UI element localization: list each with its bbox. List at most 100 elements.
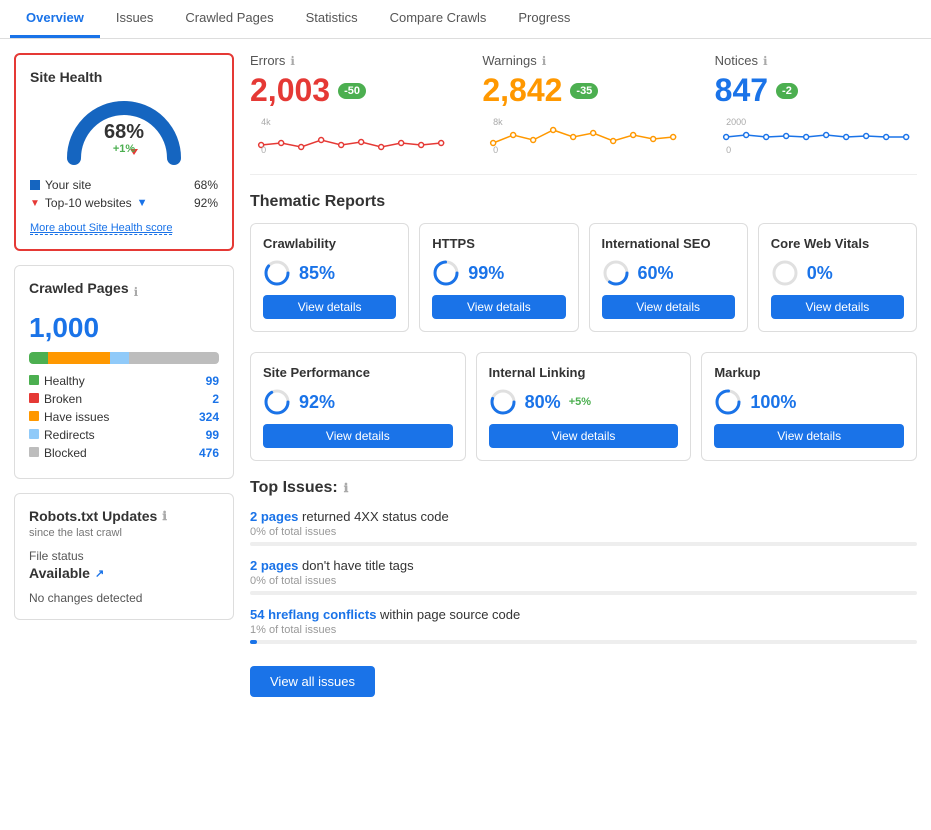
site-health-title: Site Health bbox=[30, 69, 218, 85]
https-percent: 99% bbox=[468, 263, 504, 284]
report-crawlability-percent-row: 85% bbox=[263, 259, 396, 287]
robots-title: Robots.txt Updates bbox=[29, 508, 157, 524]
crawlability-percent: 85% bbox=[299, 263, 335, 284]
robots-info-icon[interactable]: ℹ bbox=[162, 509, 167, 523]
issue-item-1: 2 pages returned 4XX status code 0% of t… bbox=[250, 509, 917, 546]
top-issues-title: Top Issues: ℹ bbox=[250, 479, 917, 497]
tab-compare-crawls[interactable]: Compare Crawls bbox=[374, 0, 503, 38]
robots-no-changes: No changes detected bbox=[29, 591, 219, 605]
cwv-view-details-btn[interactable]: View details bbox=[771, 295, 904, 319]
tab-progress[interactable]: Progress bbox=[502, 0, 586, 38]
pb-redirects bbox=[110, 352, 129, 364]
report-int-link-percent-row: 80% +5% bbox=[489, 388, 679, 416]
crawled-pages-card: Crawled Pages ℹ 1,000 Healthy 99 Broken … bbox=[14, 265, 234, 479]
issue-3-sub: 1% of total issues bbox=[250, 624, 917, 636]
legend-blocked: Blocked 476 bbox=[29, 446, 219, 460]
warnings-chart: 8k 0 bbox=[482, 115, 684, 155]
report-site-performance: Site Performance 92% View details bbox=[250, 352, 466, 461]
report-markup: Markup 100% View details bbox=[701, 352, 917, 461]
errors-item: Errors ℹ 2,003 -50 bbox=[250, 53, 452, 158]
int-link-view-details-btn[interactable]: View details bbox=[489, 424, 679, 448]
svg-text:0: 0 bbox=[493, 145, 498, 155]
site-perf-circle bbox=[263, 388, 291, 416]
crawled-legend: Healthy 99 Broken 2 Have issues 324 Redi… bbox=[29, 374, 219, 460]
issue-2-link[interactable]: 2 pages bbox=[250, 558, 298, 573]
issue-3-link[interactable]: 54 hreflang conflicts bbox=[250, 607, 376, 622]
label-broken: Broken bbox=[44, 392, 82, 406]
yoursite-val: 68% bbox=[194, 178, 218, 192]
dot-broken bbox=[29, 393, 39, 403]
issue-1-sub: 0% of total issues bbox=[250, 526, 917, 538]
tab-overview[interactable]: Overview bbox=[10, 0, 100, 38]
top-issues-info-icon[interactable]: ℹ bbox=[344, 481, 349, 495]
svg-text:2000: 2000 bbox=[726, 117, 746, 127]
tab-statistics[interactable]: Statistics bbox=[290, 0, 374, 38]
report-cwv-name: Core Web Vitals bbox=[771, 236, 904, 251]
dot-have-issues bbox=[29, 411, 39, 421]
errors-count-row: 2,003 -50 bbox=[250, 72, 452, 109]
crawled-pages-info-icon[interactable]: ℹ bbox=[134, 285, 139, 299]
thematic-reports-title: Thematic Reports bbox=[250, 193, 917, 211]
legend-redirects: Redirects 99 bbox=[29, 428, 219, 442]
issue-3-bar-fill bbox=[250, 640, 257, 644]
report-https-name: HTTPS bbox=[432, 236, 565, 251]
count-redirects: 99 bbox=[206, 428, 219, 442]
notices-label: Notices ℹ bbox=[715, 53, 917, 68]
issue-item-3: 54 hreflang conflicts within page source… bbox=[250, 607, 917, 644]
crawled-pages-title-row: Crawled Pages ℹ bbox=[29, 280, 219, 304]
report-cwv-percent-row: 0% bbox=[771, 259, 904, 287]
pb-have-issues bbox=[48, 352, 110, 364]
site-perf-percent: 92% bbox=[299, 392, 335, 413]
ewn-row: Errors ℹ 2,003 -50 bbox=[250, 53, 917, 175]
gauge-percent: 68% bbox=[64, 121, 184, 144]
notices-count: 847 bbox=[715, 72, 768, 109]
intl-seo-percent: 60% bbox=[638, 263, 674, 284]
svg-text:0: 0 bbox=[261, 145, 266, 155]
warnings-count: 2,842 bbox=[482, 72, 562, 109]
tab-issues[interactable]: Issues bbox=[100, 0, 170, 38]
markup-view-details-btn[interactable]: View details bbox=[714, 424, 904, 448]
markup-percent: 100% bbox=[750, 392, 796, 413]
pb-healthy bbox=[29, 352, 48, 364]
site-health-link[interactable]: More about Site Health score bbox=[30, 222, 172, 235]
issue-1-link[interactable]: 2 pages bbox=[250, 509, 298, 524]
report-core-web-vitals: Core Web Vitals 0% View details bbox=[758, 223, 917, 332]
errors-chart: 4k 0 bbox=[250, 115, 452, 155]
top10-arrow-icon: ▼ bbox=[30, 198, 40, 209]
reports-grid-row1: Crawlability 85% View details HTTPS bbox=[250, 223, 917, 332]
robots-ext-link-icon[interactable]: ↗ bbox=[95, 567, 104, 580]
intl-seo-view-details-btn[interactable]: View details bbox=[602, 295, 735, 319]
report-crawlability: Crawlability 85% View details bbox=[250, 223, 409, 332]
site-perf-view-details-btn[interactable]: View details bbox=[263, 424, 453, 448]
yoursite-label: Your site bbox=[45, 178, 91, 192]
robots-status-label: File status bbox=[29, 549, 219, 563]
legend-row-top10: ▼ Top-10 websites ▼ 92% bbox=[30, 196, 218, 210]
warnings-count-row: 2,842 -35 bbox=[482, 72, 684, 109]
markup-circle bbox=[714, 388, 742, 416]
crawlability-view-details-btn[interactable]: View details bbox=[263, 295, 396, 319]
issue-3-bar bbox=[250, 640, 917, 644]
issue-1-bar bbox=[250, 542, 917, 546]
top10-dropdown-icon[interactable]: ▼ bbox=[137, 197, 148, 209]
tab-crawled-pages[interactable]: Crawled Pages bbox=[169, 0, 289, 38]
count-have-issues: 324 bbox=[199, 410, 219, 424]
report-internal-linking: Internal Linking 80% +5% View details bbox=[476, 352, 692, 461]
view-all-issues-btn[interactable]: View all issues bbox=[250, 666, 375, 697]
int-link-circle bbox=[489, 388, 517, 416]
robots-title-row: Robots.txt Updates ℹ bbox=[29, 508, 219, 524]
dot-redirects bbox=[29, 429, 39, 439]
warnings-info-icon[interactable]: ℹ bbox=[542, 54, 547, 68]
left-panel: Site Health 68% +1% bbox=[14, 53, 234, 697]
errors-info-icon[interactable]: ℹ bbox=[290, 54, 295, 68]
warnings-item: Warnings ℹ 2,842 -35 bbox=[482, 53, 684, 158]
legend-have-issues: Have issues 324 bbox=[29, 410, 219, 424]
report-site-perf-percent-row: 92% bbox=[263, 388, 453, 416]
notices-info-icon[interactable]: ℹ bbox=[763, 54, 768, 68]
label-have-issues: Have issues bbox=[44, 410, 109, 424]
issue-item-2: 2 pages don't have title tags 0% of tota… bbox=[250, 558, 917, 595]
int-link-percent: 80% bbox=[525, 392, 561, 413]
site-health-legend: Your site 68% ▼ Top-10 websites ▼ 92% bbox=[30, 178, 218, 210]
https-view-details-btn[interactable]: View details bbox=[432, 295, 565, 319]
top10-label: Top-10 websites bbox=[45, 196, 132, 210]
issue-2-bar bbox=[250, 591, 917, 595]
